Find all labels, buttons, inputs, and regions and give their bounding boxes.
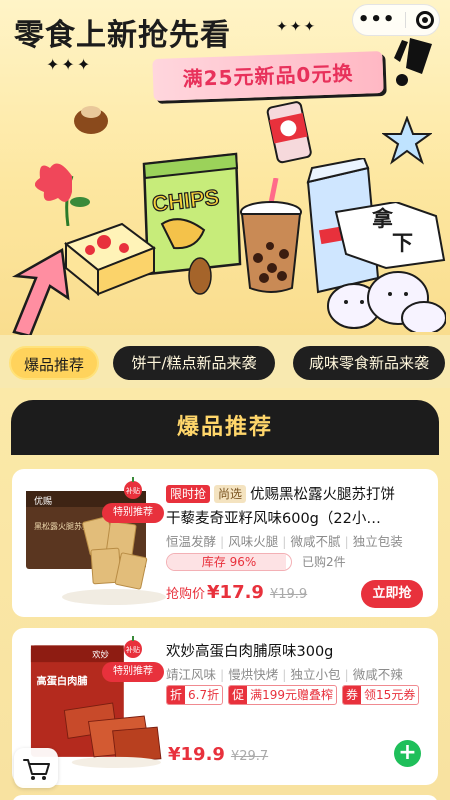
close-icon[interactable] xyxy=(416,11,435,29)
capsule-divider xyxy=(405,12,407,28)
badge-label: 特别推荐 xyxy=(102,503,164,523)
exclamation-icon xyxy=(394,38,432,86)
subsidy-label: 补贴 xyxy=(126,645,140,654)
feature-list: 靖江风味 | 慢烘快烤 | 独立小包 | 微咸不辣 xyxy=(166,667,403,682)
coupon-value: 6.7折 xyxy=(188,688,220,702)
subsidy-label: 补贴 xyxy=(126,486,140,495)
feature-item: 恒温发酵 xyxy=(166,534,217,549)
price-row: ¥19.9 ¥29.7 xyxy=(166,744,268,774)
almond-illustration xyxy=(188,257,212,295)
section-title: 爆品推荐 xyxy=(11,400,439,455)
stock-progress: 库存 96% xyxy=(166,553,292,571)
product-card[interactable] xyxy=(12,795,438,800)
coupon-key: 折 xyxy=(167,686,186,704)
tab-hot-picks[interactable]: 爆品推荐 xyxy=(9,346,99,380)
can-illustration xyxy=(266,101,312,164)
product-title-line2: 干藜麦奇亚籽风味600g（22小… xyxy=(166,511,381,527)
cart-icon xyxy=(23,759,50,780)
coupon-key: 促 xyxy=(229,686,248,704)
apple-icon: 补贴 xyxy=(124,477,142,499)
select-tag: 尚选 xyxy=(214,485,247,503)
pack-brand: 欢妙 xyxy=(92,650,109,660)
feature-item: 微咸不腻 xyxy=(290,534,341,549)
pack-name: 高蛋白肉脯 xyxy=(37,674,88,687)
tab-biscuits[interactable]: 饼干/糕点新品来袭 xyxy=(113,346,275,380)
product-card[interactable]: 优赐 黑松露火腿苏打饼干 补贴 特别推荐 限时抢 尚选 优赐黑松露火腿苏打饼 干藜麦… xyxy=(12,469,438,617)
price-current: ¥17.9 xyxy=(207,582,264,603)
feature-item: 靖江风味 xyxy=(166,667,217,682)
feature-item: 独立小包 xyxy=(290,667,341,682)
discount-tag[interactable]: 折 6.7折 xyxy=(166,685,224,705)
apple-icon: 补贴 xyxy=(124,636,142,658)
price-label: 抢购价 xyxy=(166,587,206,602)
mini-program-capsule: ••• xyxy=(352,4,440,36)
hero-banner: 零食上新抢先看 ✦✦✦ ✦✦✦ 满25元新品0元换 CHIPS 拿 下 ••• xyxy=(0,0,450,335)
category-tabs: 爆品推荐 饼干/糕点新品来袭 咸味零食新品来袭 xyxy=(0,346,450,382)
coupon-tag[interactable]: 券领15元券 xyxy=(342,685,420,705)
price-original: ¥29.7 xyxy=(230,749,269,764)
product-title: 限时抢 尚选 优赐黑松露火腿苏打饼 xyxy=(166,483,430,504)
limited-tag: 限时抢 xyxy=(166,485,211,503)
hero-title: 零食上新抢先看 xyxy=(14,18,231,53)
chestnut-illustration xyxy=(74,106,108,134)
feature-list: 恒温发酵 | 风味火腿 | 微咸不腻 | 独立包装 xyxy=(166,534,403,549)
tab-savory[interactable]: 咸味零食新品来袭 xyxy=(293,346,445,380)
price-row: 抢购价 ¥17.9 ¥19.9 xyxy=(166,582,307,612)
stock-text: 库存 96% xyxy=(201,555,257,569)
feature-item: 微咸不辣 xyxy=(352,667,403,682)
cart-button[interactable] xyxy=(14,748,58,788)
sparkle-icon: ✦✦✦ xyxy=(46,55,93,74)
price-current: ¥19.9 xyxy=(168,744,225,765)
bubble-tea-illustration xyxy=(240,178,302,293)
coupon-key: 券 xyxy=(343,686,362,704)
buy-now-button[interactable]: 立即抢 xyxy=(361,580,423,608)
pack-brand: 优赐 xyxy=(34,495,52,506)
bread-callout: 拿 下 xyxy=(372,207,413,255)
bread-callout-line1: 拿 xyxy=(372,207,393,231)
feature-item: 独立包装 xyxy=(352,534,403,549)
hot-picks-section: 爆品推荐 优赐 黑松露火腿苏打饼干 补贴 特别推荐 限时抢 尚选 优赐黑松露火腿苏打… xyxy=(0,388,450,800)
coupon-list: 折 6.7折促满199元赠叠榨券领15元券 xyxy=(166,685,424,705)
add-to-cart-button[interactable]: + xyxy=(394,740,421,767)
star-icon xyxy=(382,116,432,165)
feature-item: 慢烘快烤 xyxy=(228,667,279,682)
coupon-value: 满199元赠叠榨 xyxy=(250,688,334,702)
coupon-value: 领15元券 xyxy=(364,688,416,702)
more-icon[interactable]: ••• xyxy=(358,11,396,29)
arrow-icon xyxy=(11,248,70,335)
purchased-count: 已购2件 xyxy=(302,555,346,569)
product-card[interactable]: 欢妙 高蛋白肉脯 补贴 特别推荐 欢妙高蛋白肉脯原味300g 靖江风味 | 慢烘快烤… xyxy=(12,628,438,785)
product-title-text: 优赐黑松露火腿苏打饼 xyxy=(250,487,396,503)
badge-label: 特别推荐 xyxy=(102,662,164,682)
product-title: 欢妙高蛋白肉脯原味300g xyxy=(166,644,334,660)
promo-banner[interactable]: 满25元新品0元换 xyxy=(152,50,384,102)
feature-item: 风味火腿 xyxy=(228,534,279,549)
promotion-tag[interactable]: 促满199元赠叠榨 xyxy=(228,685,338,705)
bread-callout-line2: 下 xyxy=(392,231,413,255)
product-image: 优赐 黑松露火腿苏打饼干 xyxy=(26,491,166,605)
price-original: ¥19.9 xyxy=(269,587,308,602)
sparkle-icon: ✦✦✦ xyxy=(276,19,318,35)
